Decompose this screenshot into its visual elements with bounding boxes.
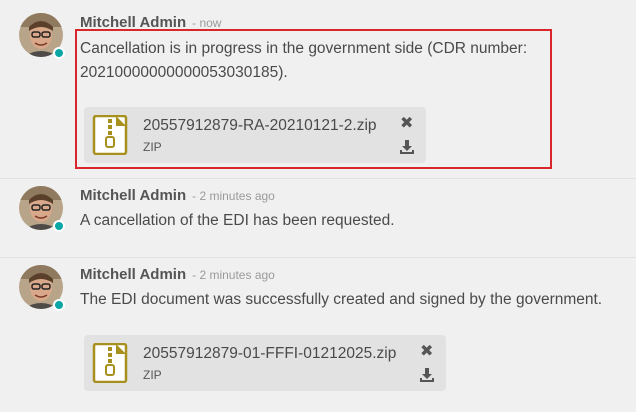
message-1: Mitchell Admin - now Cancellation is in p… [0, 0, 636, 178]
avatar[interactable] [19, 186, 65, 232]
online-status-icon [53, 220, 65, 232]
avatar[interactable] [19, 265, 65, 311]
message-time: - 2 minutes ago [192, 268, 275, 282]
message-author: Mitchell Admin - 2 minutes ago [80, 266, 275, 283]
message-time: - 2 minutes ago [192, 189, 275, 203]
message-time: - now [192, 16, 222, 30]
download-icon[interactable] [419, 367, 435, 383]
attachment-card[interactable]: 20557912879-01-FFFI-01212025.zip ZIP ✖ [84, 335, 446, 391]
online-status-icon [53, 47, 65, 59]
highlight-box [75, 29, 552, 169]
avatar[interactable] [19, 13, 65, 59]
message-body: A cancellation of the EDI has been reque… [80, 212, 395, 229]
message-3: Mitchell Admin - 2 minutes ago The EDI do… [0, 258, 636, 412]
close-icon[interactable]: ✖ [420, 341, 433, 361]
attachment-name[interactable]: 20557912879-01-FFFI-01212025.zip [143, 345, 396, 363]
attachment-type: ZIP [143, 368, 162, 382]
message-2: Mitchell Admin - 2 minutes ago A cancella… [0, 179, 636, 257]
message-author: Mitchell Admin - 2 minutes ago [80, 187, 275, 204]
author-name: Mitchell Admin [80, 266, 187, 283]
zip-file-icon [92, 343, 128, 383]
author-name: Mitchell Admin [80, 187, 187, 204]
online-status-icon [53, 299, 65, 311]
message-body: The EDI document was successfully create… [80, 291, 603, 308]
